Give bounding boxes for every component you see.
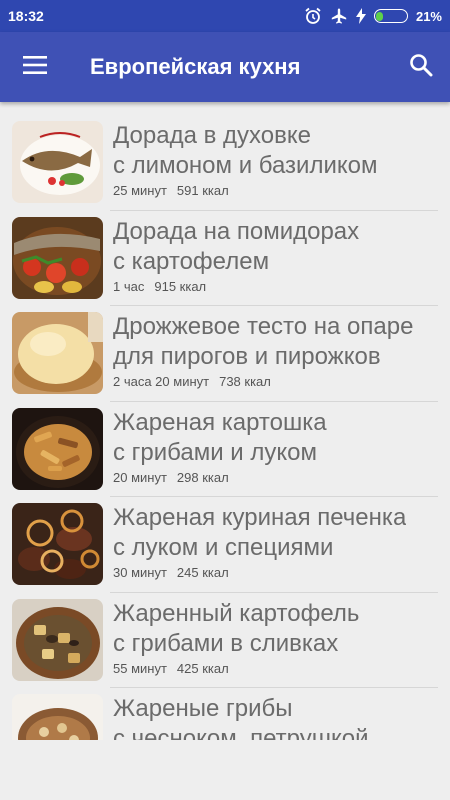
recipe-title: Жаренный картофель xyxy=(113,599,360,627)
alarm-icon xyxy=(304,7,322,25)
recipe-thumbnail-fried-potatoes xyxy=(12,407,103,490)
recipe-subtitle: с луком и специями xyxy=(113,534,334,561)
recipe-time: 20 минут xyxy=(113,469,167,485)
search-icon xyxy=(409,53,433,82)
recipe-title: Жареные грибы xyxy=(113,695,293,722)
recipe-title: Жареная картошка xyxy=(113,408,327,436)
recipe-subtitle: с лимоном и базиликом xyxy=(113,152,378,179)
recipe-item[interactable]: Жареная картошка с грибами и луком 20 ми… xyxy=(0,402,450,498)
recipe-subtitle: с грибами в сливках xyxy=(113,629,339,657)
recipe-time: 55 минут xyxy=(113,660,167,676)
battery-icon xyxy=(373,9,408,23)
recipe-title: Дорада на помидорах xyxy=(113,217,360,245)
recipe-item[interactable]: Жареная куриная печенка с луком и специя… xyxy=(0,497,450,593)
search-button[interactable] xyxy=(392,32,450,102)
recipe-list[interactable]: Дорада в духовке с лимоном и базиликом 2… xyxy=(0,115,450,740)
app-bar: Европейская кухня xyxy=(0,32,450,102)
menu-button[interactable] xyxy=(0,32,70,102)
battery-fill xyxy=(376,11,383,21)
recipe-item[interactable]: Дорада в духовке с лимоном и базиликом 2… xyxy=(0,115,450,211)
recipe-subtitle: с картофелем xyxy=(113,247,270,275)
recipe-kcal: 915 ккал xyxy=(154,278,207,294)
status-time: 18:32 xyxy=(8,8,44,24)
recipe-time: 2 часа 20 минут xyxy=(113,374,210,389)
hamburger-menu-icon xyxy=(23,55,47,80)
recipe-thumbnail-potatoes-cream xyxy=(12,598,103,681)
recipe-subtitle: для пирогов и пирожков xyxy=(113,343,381,370)
recipe-kcal: 298 ккал xyxy=(176,469,229,485)
status-bar: 18:32 21% xyxy=(0,0,450,32)
recipe-subtitle: с чесноком, петрушкой xyxy=(113,725,369,740)
airplane-icon xyxy=(330,7,348,25)
battery-percent: 21% xyxy=(415,8,442,24)
recipe-kcal: 738 ккал xyxy=(219,374,271,389)
recipe-thumbnail-yeast-dough xyxy=(12,312,103,394)
recipe-subtitle: с грибами и луком xyxy=(113,438,317,466)
recipe-title: Дрожжевое тесто на опаре xyxy=(113,313,414,340)
recipe-time: 1 час xyxy=(113,278,145,294)
recipe-kcal: 591 ккал xyxy=(176,183,229,198)
recipe-thumbnail-dorado-tomatoes xyxy=(12,216,103,299)
recipe-thumbnail-chicken-liver xyxy=(12,503,103,585)
charging-icon xyxy=(355,8,366,24)
recipe-item[interactable]: Дорада на помидорах с картофелем 1 час 91… xyxy=(0,211,450,307)
recipe-time: 30 минут xyxy=(113,565,167,580)
recipe-kcal: 425 ккал xyxy=(176,660,229,676)
recipe-thumbnail-dorado-oven xyxy=(12,121,103,203)
page-title: Европейская кухня xyxy=(90,54,301,79)
recipe-item[interactable]: Дрожжевое тесто на опаре для пирогов и п… xyxy=(0,306,450,402)
recipe-item[interactable]: Жареные грибы с чесноком, петрушкой xyxy=(0,688,450,740)
recipe-time: 25 минут xyxy=(113,183,167,198)
recipe-title: Дорада в духовке xyxy=(113,122,311,149)
recipe-title: Жареная куриная печенка xyxy=(113,504,407,531)
recipe-item[interactable]: Жаренный картофель с грибами в сливках 5… xyxy=(0,593,450,689)
recipe-thumbnail-fried-mushrooms xyxy=(12,694,103,740)
recipe-kcal: 245 ккал xyxy=(176,565,229,580)
